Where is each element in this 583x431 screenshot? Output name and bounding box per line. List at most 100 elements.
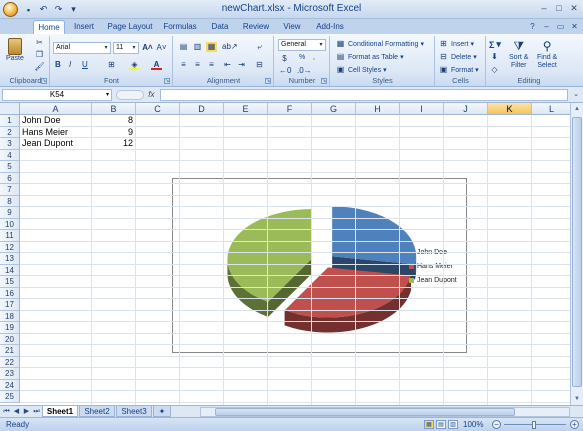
select-all-corner[interactable] [0,103,20,115]
close-icon[interactable]: ✕ [567,2,581,15]
row-header-13[interactable]: 13 [0,253,20,265]
cut-icon[interactable]: ✂ [34,38,45,48]
font-name-select[interactable]: Arial ▾ [53,42,111,54]
legend-entry[interactable]: Jean Dupont [409,277,457,284]
row-header-6[interactable]: 6 [0,172,20,184]
clear-icon[interactable]: ◇ [489,65,500,75]
name-box[interactable]: K54 ▾ [2,89,112,101]
currency-icon[interactable]: $ [279,54,290,64]
row-header-12[interactable]: 12 [0,241,20,253]
align-middle-icon[interactable]: ▥ [192,42,203,52]
wrap-text-icon[interactable]: ⤶ [254,42,265,52]
tab-data[interactable]: Data [206,20,234,34]
last-sheet-icon[interactable]: ⏭ [32,407,41,417]
row-header-4[interactable]: 4 [0,149,20,161]
row-header-18[interactable]: 18 [0,310,20,322]
zoom-in-icon[interactable]: + [570,420,579,429]
page-layout-view-icon[interactable]: ▤ [436,420,446,429]
column-header-a[interactable]: A [20,103,92,115]
sheet-tab-sheet1[interactable]: Sheet1 [42,406,78,417]
comma-button[interactable]: , [313,54,315,61]
row-header-3[interactable]: 3 [0,138,20,150]
underline-button[interactable]: U [82,60,88,69]
format-painter-icon[interactable]: 🖌 [34,62,45,72]
delete-cells-button[interactable]: ⊟ Delete ▾ [438,52,477,62]
minimize-icon[interactable]: – [537,2,551,15]
expand-formula-bar-icon[interactable]: ⌄ [571,90,581,100]
cell-b1[interactable]: 8 [92,115,133,126]
restore-icon[interactable]: ▭ [555,21,566,32]
column-header-l[interactable]: L [532,103,570,115]
scroll-down-icon[interactable]: ▼ [572,394,582,404]
tab-add-ins[interactable]: Add-Ins [312,20,348,34]
zoom-slider-knob[interactable] [532,421,536,429]
row-header-23[interactable]: 23 [0,368,20,380]
dialog-launcher-icon[interactable]: ↘ [265,78,271,84]
cell-styles-button[interactable]: ▣ Cell Styles ▾ [335,65,387,75]
pie-chart[interactable]: John DoeHans MeierJean Dupont [172,178,467,353]
row-header-5[interactable]: 5 [0,161,20,173]
orientation-icon[interactable]: ab↗ [222,42,238,52]
paste-button[interactable]: Paste [6,38,24,62]
tab-formulas[interactable]: Formulas [160,20,200,34]
percent-button[interactable]: % [299,54,305,61]
sheet-tab-sheet2[interactable]: Sheet2 [79,406,115,417]
maximize-icon[interactable]: □ [552,2,566,15]
column-header-j[interactable]: J [444,103,488,115]
cell-a1[interactable]: John Doe [22,115,61,126]
italic-button[interactable]: I [69,60,71,69]
column-header-i[interactable]: I [400,103,444,115]
tab-review[interactable]: Review [240,20,272,34]
cell-b2[interactable]: 9 [92,127,133,138]
increase-indent-icon[interactable]: ⇥ [236,60,247,70]
next-sheet-icon[interactable]: ▶ [22,407,31,417]
row-header-21[interactable]: 21 [0,345,20,357]
insert-sheet-icon[interactable]: ✦ [153,406,171,417]
row-header-15[interactable]: 15 [0,276,20,288]
shrink-font-icon[interactable]: A˅ [156,43,167,53]
zoom-out-icon[interactable]: − [492,420,501,429]
row-header-25[interactable]: 25 [0,391,20,403]
grow-font-icon[interactable]: A˄ [142,43,153,53]
column-header-k[interactable]: K [488,103,532,115]
row-header-16[interactable]: 16 [0,287,20,299]
font-color-icon[interactable]: A [151,60,162,70]
zoom-level[interactable]: 100% [463,419,483,431]
insert-cells-button[interactable]: ⊞ Insert ▾ [438,39,474,49]
column-header-f[interactable]: F [268,103,312,115]
bold-button[interactable]: B [55,60,61,69]
tab-page-layout[interactable]: Page Layout [104,20,156,34]
dialog-launcher-icon[interactable]: ↘ [321,78,327,84]
row-header-14[interactable]: 14 [0,264,20,276]
prev-sheet-icon[interactable]: ◀ [12,407,21,417]
sort-filter-button[interactable]: ⧩ Sort & Filter [509,38,528,70]
row-header-19[interactable]: 19 [0,322,20,334]
close-icon[interactable]: ✕ [569,21,580,32]
align-top-icon[interactable]: ▤ [178,42,189,52]
column-header-d[interactable]: D [180,103,224,115]
align-left-icon[interactable]: ≡ [178,60,189,70]
minimize-icon[interactable]: – [541,21,552,32]
copy-icon[interactable]: ❐ [34,50,45,60]
row-header-17[interactable]: 17 [0,299,20,311]
row-header-11[interactable]: 11 [0,230,20,242]
formula-cancel-enter[interactable] [116,89,144,100]
row-header-8[interactable]: 8 [0,195,20,207]
cell-b3[interactable]: 12 [92,138,133,149]
decrease-indent-icon[interactable]: ⇤ [222,60,233,70]
column-header-h[interactable]: H [356,103,400,115]
decrease-decimal-icon[interactable]: .0→ [297,66,312,76]
column-header-g[interactable]: G [312,103,356,115]
dialog-launcher-icon[interactable]: ↘ [41,78,47,84]
scroll-up-icon[interactable]: ▲ [572,104,582,114]
formula-input[interactable] [160,89,568,101]
worksheet-grid[interactable]: John DoeHans MeierJean Dupont ABCDEFGHIJ… [0,103,570,405]
align-bottom-icon[interactable]: ▦ [206,42,217,52]
horizontal-scroll-thumb[interactable] [215,408,515,416]
fill-color-icon[interactable]: ◈ [129,60,140,70]
row-header-20[interactable]: 20 [0,333,20,345]
tab-home[interactable]: Home [33,20,65,34]
row-header-24[interactable]: 24 [0,379,20,391]
tab-view[interactable]: View [278,20,306,34]
dialog-launcher-icon[interactable]: ↘ [164,78,170,84]
